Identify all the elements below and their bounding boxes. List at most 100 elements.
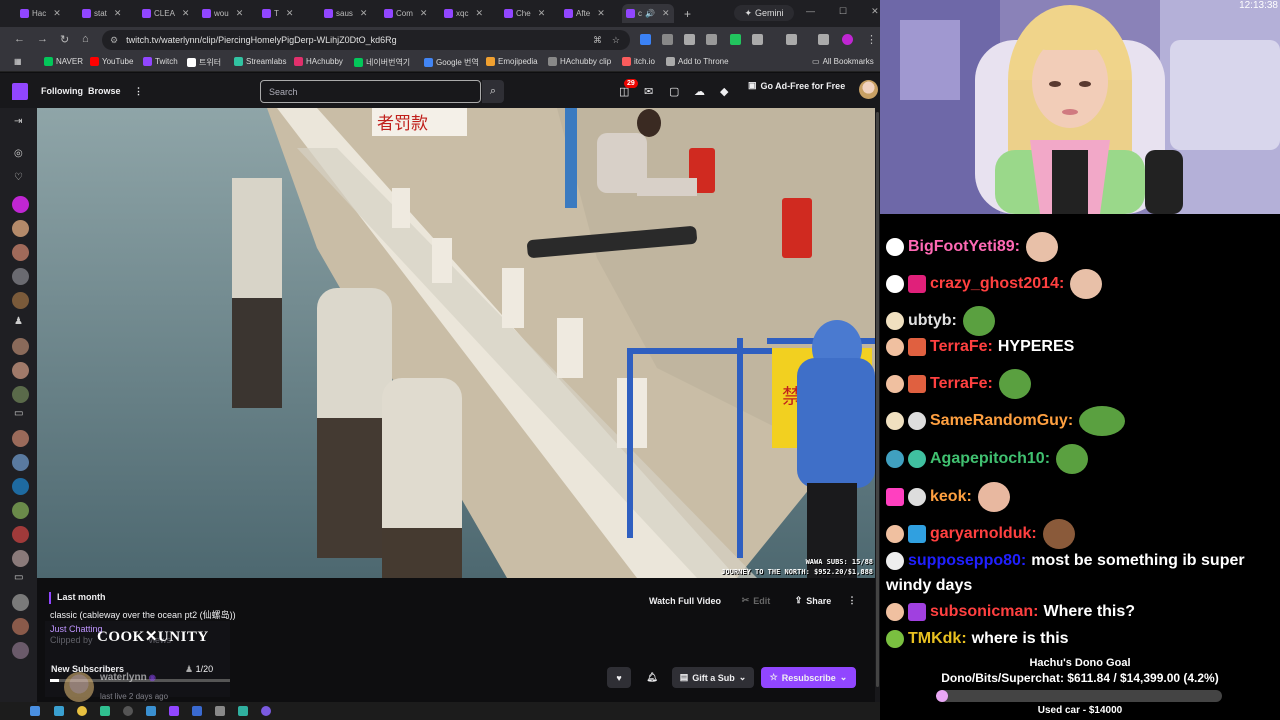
search-icon[interactable]: ⌕	[482, 80, 504, 103]
taskbar-app-icon[interactable]	[215, 706, 225, 716]
close-icon[interactable]: ✕	[114, 8, 122, 19]
streamer-name-line[interactable]: waterlynn ◉	[100, 672, 156, 683]
extension-icon[interactable]	[706, 34, 717, 45]
browser-tab[interactable]: Afte ✕	[564, 4, 605, 23]
browser-tab[interactable]: Com ✕	[384, 4, 427, 23]
bookmark-item[interactable]: Streamlabs	[234, 57, 286, 66]
close-icon[interactable]: ✕	[53, 8, 61, 19]
crown-icon[interactable]: ☁	[694, 85, 705, 98]
browser-tab[interactable]: saus ✕	[324, 4, 367, 23]
more-kebab-icon[interactable]: ⋮	[134, 86, 143, 97]
bits-icon[interactable]: ◆	[720, 85, 728, 98]
channel-avatar[interactable]	[12, 454, 29, 471]
channel-avatar[interactable]	[12, 220, 29, 237]
browser-tab[interactable]: wou ✕	[202, 4, 243, 23]
notification-bell-button[interactable]: 🔔︎	[640, 667, 664, 688]
browser-tab[interactable]: T ✕	[262, 4, 293, 23]
channel-avatar[interactable]	[12, 292, 29, 309]
extension-icon[interactable]	[640, 34, 651, 45]
channel-avatar[interactable]	[12, 642, 29, 659]
scrollbar-thumb[interactable]	[876, 112, 879, 687]
channel-avatar[interactable]	[12, 478, 29, 495]
bookmark-item[interactable]: Twitch	[143, 57, 178, 66]
download-icon[interactable]	[818, 34, 829, 45]
bookmark-item[interactable]: Google 번역	[424, 57, 479, 68]
bookmark-item[interactable]: HAchubby clip	[548, 57, 611, 66]
taskbar-app-icon[interactable]	[100, 706, 110, 716]
maximize-icon[interactable]: ☐	[839, 6, 847, 17]
heart-icon[interactable]: ♡	[14, 172, 23, 183]
following-link[interactable]: Following	[41, 86, 83, 96]
twitch-taskbar-icon[interactable]	[169, 706, 179, 716]
translate-icon[interactable]: ⌘	[593, 35, 602, 46]
channel-avatar[interactable]	[12, 362, 29, 379]
back-icon[interactable]: ←	[14, 33, 25, 45]
category-link[interactable]: Just Chatting	[50, 624, 103, 634]
bookmark-item[interactable]: Emojipedia	[486, 57, 538, 66]
channel-avatar[interactable]	[12, 386, 29, 403]
channel-avatar[interactable]	[12, 502, 29, 519]
close-icon[interactable]: ✕	[182, 8, 190, 19]
follow-heart-button[interactable]: ♥	[607, 667, 631, 688]
channel-avatar[interactable]	[12, 594, 29, 611]
close-icon[interactable]: ✕	[420, 8, 428, 19]
bookmark-item[interactable]: HAchubby	[294, 57, 343, 66]
people-icon[interactable]: ♟	[14, 316, 23, 327]
browser-tab[interactable]: Hac ✕	[20, 4, 61, 23]
clip-video-player[interactable]: 者罚款 禁止 WAWA SUBS: 15/88 JOURNEY TO THE N…	[37, 108, 875, 578]
browser-tab[interactable]: xqc ✕	[444, 4, 483, 23]
bookmark-item[interactable]: Add to Throne	[666, 57, 729, 66]
channel-avatar[interactable]	[12, 268, 29, 285]
extension-icon[interactable]	[662, 34, 673, 45]
close-icon[interactable]: ✕	[538, 8, 546, 19]
edit-button[interactable]: ✂ Edit	[734, 590, 778, 611]
site-info-icon[interactable]: ⚙	[110, 35, 118, 46]
bookmark-item[interactable]: 네이버번역기	[354, 57, 410, 68]
browser-tab[interactable]: Che ✕	[504, 4, 545, 23]
new-tab-button[interactable]: +	[684, 4, 691, 23]
close-icon[interactable]: ✕	[475, 8, 483, 19]
streamer-avatar[interactable]	[64, 672, 94, 702]
chrome-icon[interactable]	[77, 706, 87, 716]
obs-icon[interactable]	[123, 706, 133, 716]
taskbar-app-icon[interactable]	[54, 706, 64, 716]
taskbar-app-icon[interactable]	[261, 706, 271, 716]
reload-icon[interactable]: ↻	[60, 33, 69, 46]
video-icon[interactable]: ▭	[14, 408, 23, 419]
more-options-icon[interactable]: ⋮	[843, 590, 861, 611]
menu-kebab-icon[interactable]: ⋮	[866, 33, 877, 46]
user-avatar[interactable]	[859, 80, 878, 99]
puzzle-icon[interactable]	[752, 34, 763, 45]
channel-avatar[interactable]	[12, 430, 29, 447]
whispers-icon[interactable]: ✉	[644, 85, 653, 98]
windows-start-icon[interactable]	[30, 706, 40, 716]
bookmark-item[interactable]: 트위터	[187, 57, 221, 68]
close-icon[interactable]: ✕	[360, 8, 368, 19]
close-icon[interactable]: ✕	[597, 8, 605, 19]
camera-icon[interactable]: ▭	[14, 572, 23, 583]
close-icon[interactable]: ✕	[286, 8, 294, 19]
forward-icon[interactable]: →	[37, 33, 48, 45]
browser-tab[interactable]: stat ✕	[82, 4, 121, 23]
channel-avatar[interactable]	[12, 338, 29, 355]
go-ad-free-button[interactable]: ▣ Go Ad-Free for Free	[748, 80, 845, 91]
close-icon[interactable]: ✕	[662, 8, 670, 19]
home-icon[interactable]: ⌂	[82, 33, 89, 45]
sidebar-icon[interactable]	[786, 34, 797, 45]
taskbar-app-icon[interactable]	[192, 706, 202, 716]
target-icon[interactable]: ◎	[14, 148, 23, 159]
apps-icon[interactable]: ▦	[14, 57, 22, 66]
taskbar-app-icon[interactable]	[146, 706, 156, 716]
channel-avatar[interactable]	[12, 618, 29, 635]
browse-link[interactable]: Browse	[88, 86, 121, 96]
browser-tab-active[interactable]: c 🔊 ✕	[622, 4, 674, 23]
close-window-icon[interactable]: ✕	[871, 6, 879, 17]
bookmark-item[interactable]: NAVER	[44, 57, 83, 66]
bookmark-item[interactable]: itch.io	[622, 57, 655, 66]
taskbar-app-icon[interactable]	[238, 706, 248, 716]
share-button[interactable]: ⇪ Share	[788, 590, 838, 611]
browser-tab[interactable]: CLEA ✕	[142, 4, 189, 23]
resubscribe-button[interactable]: ☆ Resubscribe ⌄	[761, 667, 856, 688]
watch-full-video-button[interactable]: Watch Full Video	[644, 590, 726, 611]
extension-icon[interactable]	[730, 34, 741, 45]
